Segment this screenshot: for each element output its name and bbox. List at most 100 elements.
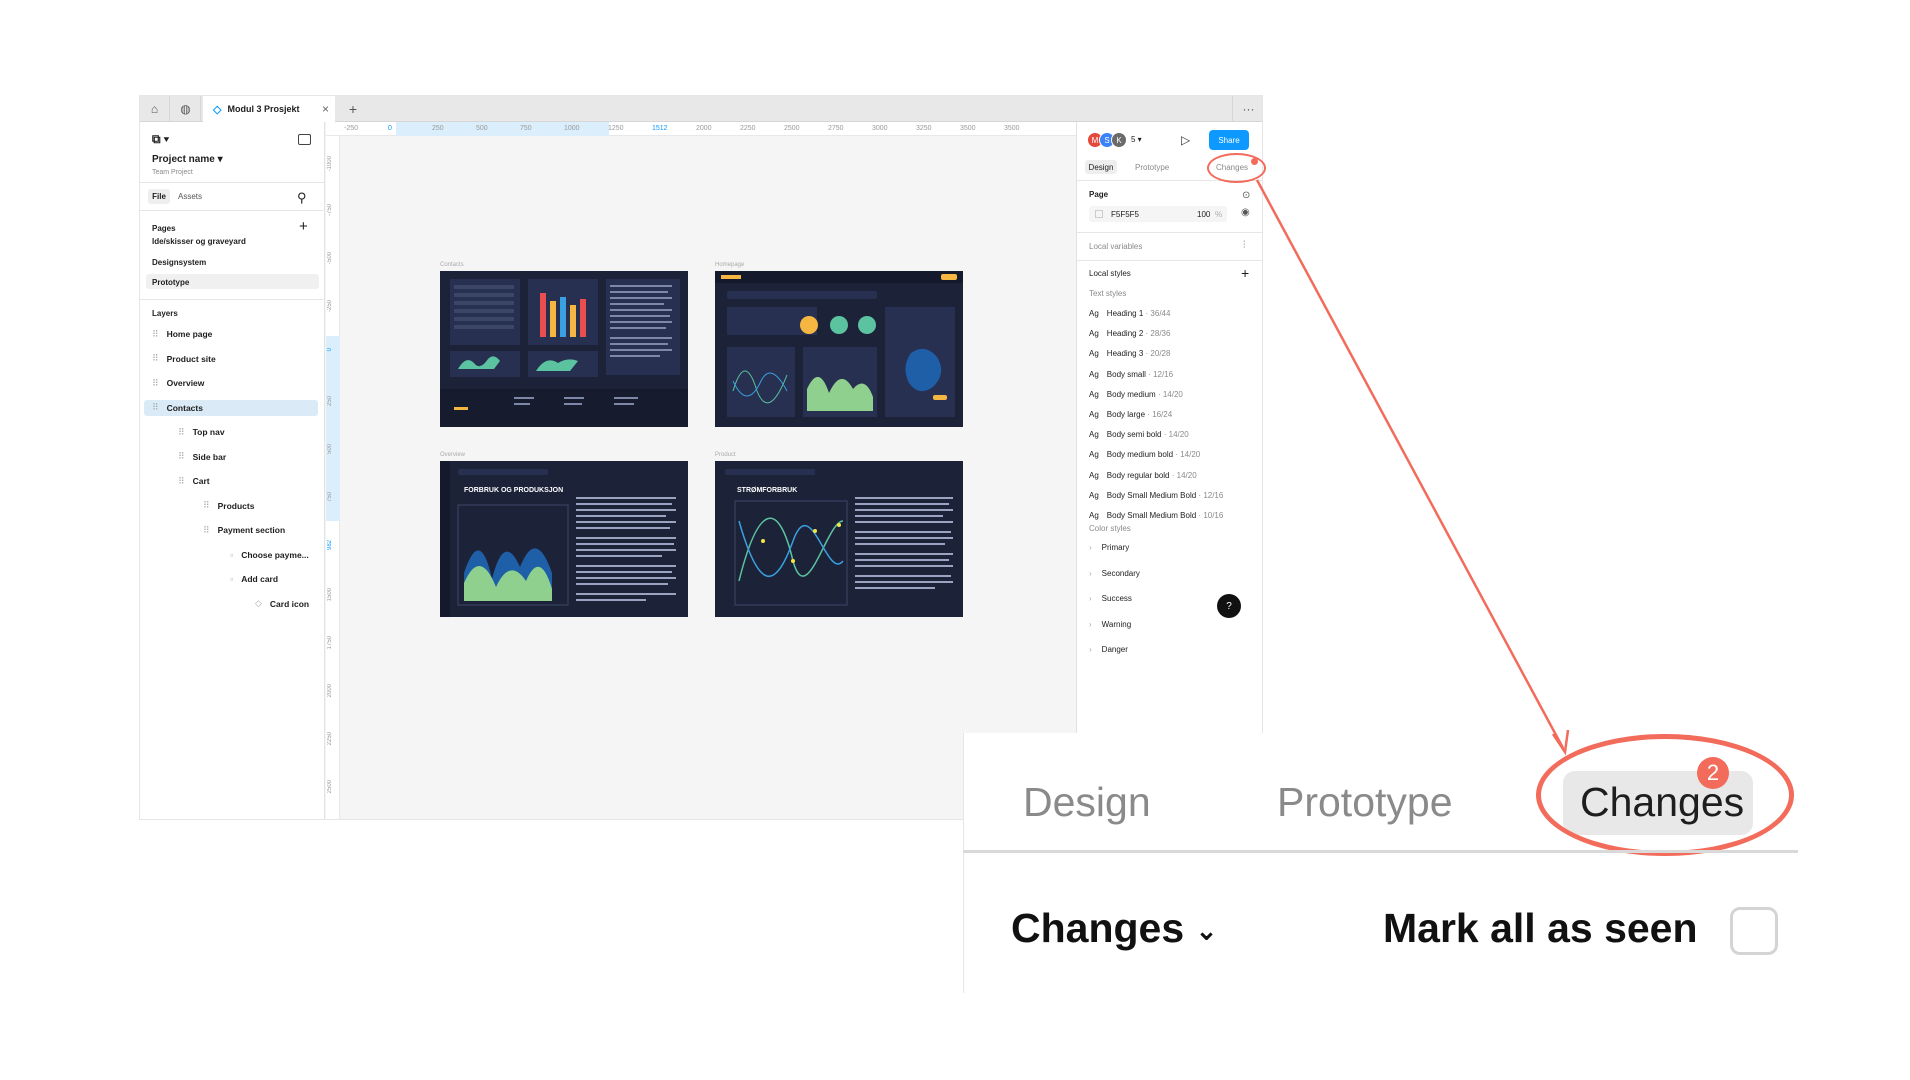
search-icon[interactable]: ⚲ <box>297 190 307 206</box>
ruler-tick-label: -1000 <box>327 156 333 172</box>
text-style-name: Body regular bold <box>1106 470 1170 480</box>
layer-type-icon: ⠿ <box>178 426 185 437</box>
frame-contacts[interactable] <box>440 271 688 427</box>
variables-settings-icon[interactable]: ⫶ <box>1243 240 1246 251</box>
layer-item[interactable]: ⠿ Home page <box>152 326 212 342</box>
ruler-tick-label: 2000 <box>327 684 333 698</box>
layer-label: Top nav <box>192 427 225 437</box>
text-style-name: Heading 2 <box>1106 329 1144 339</box>
color-style-item[interactable]: › Secondary <box>1089 569 1140 578</box>
layer-item[interactable]: ⠿ Product site <box>152 351 216 367</box>
page-item-designsystem[interactable]: Designsystem <box>152 258 206 267</box>
globe-icon[interactable]: ◍ <box>171 96 201 122</box>
page-settings-icon[interactable]: ⊙ <box>1242 190 1250 201</box>
text-style-item[interactable]: Ag Body Small Medium Bold · 10/16 <box>1089 511 1223 520</box>
avatar-group[interactable]: M S K 5 ▾ <box>1087 132 1142 148</box>
tab-prototype[interactable]: Prototype <box>1135 163 1169 172</box>
layer-item[interactable]: ◇ Card icon <box>255 596 309 612</box>
frame-homepage[interactable] <box>715 271 963 427</box>
layer-item[interactable]: ⠿ Products <box>203 498 254 514</box>
page-opacity-value: 100 <box>1197 210 1211 219</box>
text-style-name: Body semi bold <box>1106 430 1162 440</box>
zoom-tab-prototype[interactable]: Prototype <box>1277 779 1453 826</box>
color-style-item[interactable]: › Warning <box>1089 620 1131 629</box>
text-style-name: Body large <box>1106 410 1146 419</box>
page-item-prototype[interactable]: Prototype <box>152 278 189 287</box>
text-style-spec: 10/16 <box>1203 511 1224 520</box>
page-item-ide[interactable]: Ide/skisser og graveyard <box>152 237 246 246</box>
color-styles-title: Color styles <box>1089 524 1131 533</box>
panel-toggle-icon[interactable] <box>298 134 311 145</box>
layer-label: Add card <box>241 574 279 584</box>
frame-overview[interactable]: FORBRUK OG PRODUKSJON <box>440 461 688 617</box>
frame-label: Overview <box>440 452 466 458</box>
project-name[interactable]: Project name ▾ <box>152 154 223 165</box>
layer-item[interactable]: ⠿ Side bar <box>178 449 226 465</box>
text-style-item[interactable]: Ag Body Small Medium Bold · 12/16 <box>1089 491 1223 500</box>
ruler-tick-label: 2750 <box>828 125 844 132</box>
close-tab-icon[interactable]: × <box>322 102 329 116</box>
text-style-item[interactable]: Ag Heading 1 · 36/44 <box>1089 309 1170 318</box>
text-style-ag-icon: Ag <box>1089 490 1099 500</box>
text-style-item[interactable]: Ag Heading 3 · 20/28 <box>1089 349 1170 358</box>
ruler-tick-label: -250 <box>344 125 359 132</box>
text-style-item[interactable]: Ag Body medium bold · 14/20 <box>1089 450 1200 459</box>
layer-item[interactable]: ⠿ Contacts <box>152 400 203 416</box>
changes-highlight-ring-small <box>1207 153 1266 183</box>
share-button[interactable]: Share <box>1209 130 1249 150</box>
chevron-down-icon: ⌄ <box>1195 915 1218 946</box>
text-style-item[interactable]: Ag Body regular bold · 14/20 <box>1089 471 1197 480</box>
layer-label: Cart <box>192 476 210 486</box>
changes-highlight-ring-large <box>1536 734 1794 856</box>
zoom-tab-design[interactable]: Design <box>1023 779 1151 826</box>
add-page-icon[interactable]: + <box>299 218 308 235</box>
changes-title[interactable]: Changes ⌄ <box>1011 905 1217 952</box>
text-style-item[interactable]: Ag Body semi bold · 14/20 <box>1089 430 1189 439</box>
color-style-item[interactable]: › Danger <box>1089 645 1128 654</box>
more-options-icon[interactable]: ··· <box>1232 96 1262 122</box>
layer-type-icon: ◇ <box>255 598 262 608</box>
text-style-item[interactable]: Ag Body small · 12/16 <box>1089 370 1173 379</box>
layer-item[interactable]: ⠿ Top nav <box>178 424 225 440</box>
text-style-ag-icon: Ag <box>1089 511 1099 520</box>
add-style-icon[interactable]: + <box>1241 265 1249 281</box>
home-icon[interactable]: ⌂ <box>140 96 170 122</box>
layer-item[interactable]: ▫ Choose payme... <box>230 547 309 563</box>
file-tab[interactable]: ◇ Modul 3 Prosjekt × <box>203 96 335 122</box>
ruler-tick-label: 250 <box>327 396 333 407</box>
text-style-spec: 14/20 <box>1168 430 1189 440</box>
tab-file[interactable]: File <box>148 189 170 204</box>
color-style-item[interactable]: › Success <box>1089 594 1132 603</box>
color-style-name: Danger <box>1101 645 1128 654</box>
color-style-item[interactable]: › Primary <box>1089 543 1129 552</box>
visibility-eye-icon[interactable]: ◉ <box>1241 207 1250 218</box>
layer-label: Product site <box>166 353 216 364</box>
page-color-field[interactable]: F5F5F5 100 % <box>1089 206 1227 222</box>
layer-item[interactable]: ▫ Add card <box>230 571 278 587</box>
layer-item[interactable]: ⠿ Overview <box>152 375 204 391</box>
present-play-icon[interactable]: ▷ <box>1181 133 1190 147</box>
text-style-item[interactable]: Ag Heading 2 · 28/36 <box>1089 329 1170 338</box>
text-style-spec: 20/28 <box>1150 349 1171 359</box>
layer-item[interactable]: ⠿ Cart <box>178 473 210 489</box>
tab-design[interactable]: Design <box>1085 160 1117 174</box>
frame-contacts-thumbnail <box>440 279 688 427</box>
frame-product[interactable]: STRØMFORBRUK <box>715 461 963 617</box>
mark-all-seen-checkbox[interactable] <box>1730 907 1778 955</box>
tab-assets[interactable]: Assets <box>178 192 202 201</box>
layer-item[interactable]: ⠿ Payment section <box>203 522 285 538</box>
text-style-item[interactable]: Ag Body medium · 14/20 <box>1089 390 1183 399</box>
mark-all-seen-label: Mark all as seen <box>1383 905 1698 951</box>
text-style-item[interactable]: Ag Body large · 16/24 <box>1089 410 1172 419</box>
figma-menu-icon[interactable]: ⧉ ▾ <box>152 132 169 147</box>
page-color-value: F5F5F5 <box>1111 210 1140 219</box>
layer-label: Overview <box>166 378 205 388</box>
help-button[interactable]: ? <box>1217 594 1241 618</box>
local-variables-label[interactable]: Local variables <box>1089 242 1142 251</box>
frame-homepage-thumbnail <box>715 271 963 417</box>
new-tab-icon[interactable]: + <box>338 96 368 122</box>
text-style-spec: 14/20 <box>1176 470 1197 480</box>
text-style-spec: 36/44 <box>1150 309 1171 318</box>
text-style-name: Body Small Medium Bold <box>1106 511 1197 520</box>
text-style-name: Heading 1 <box>1106 309 1144 318</box>
